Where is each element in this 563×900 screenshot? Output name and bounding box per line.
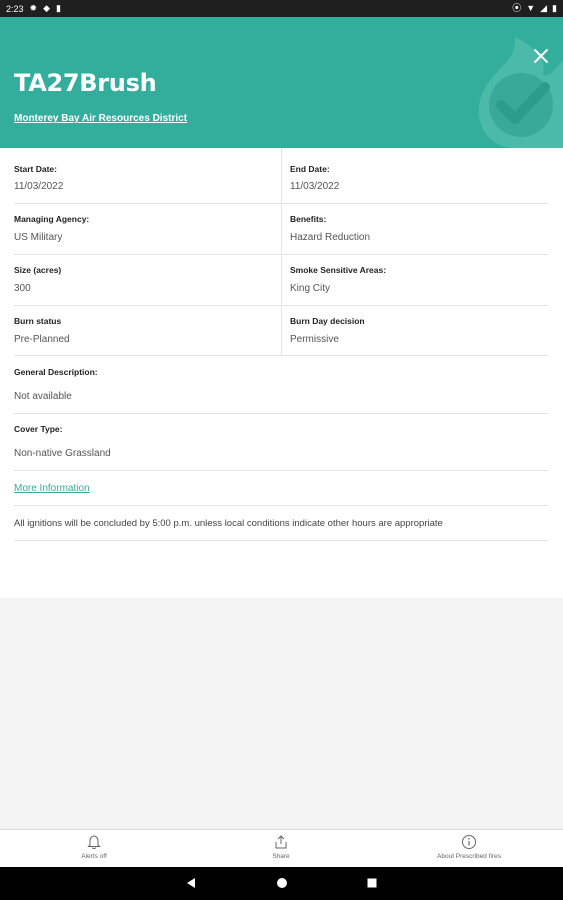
size-value: 300 — [14, 283, 31, 294]
recents-icon[interactable] — [366, 877, 378, 889]
flame-check-icon — [478, 37, 563, 148]
page-title: TA27Brush — [14, 69, 157, 97]
cover-type-label: Cover Type: — [14, 424, 63, 434]
bottom-nav: Alerts off Share About Prescribed fires — [0, 829, 563, 867]
details-panel: Start Date: 11/03/2022 End Date: 11/03/2… — [0, 148, 563, 598]
wifi-icon: ▼ — [526, 3, 536, 13]
fire-header: TA27Brush Monterey Bay Air Resources Dis… — [0, 17, 563, 148]
cover-type-value: Non-native Grassland — [14, 448, 111, 459]
burn-status-label: Burn status — [14, 316, 62, 326]
home-icon[interactable] — [276, 877, 288, 889]
system-nav-bar — [0, 867, 563, 900]
burn-day-decision-value: Permissive — [290, 334, 339, 345]
smoke-sensitive-label: Smoke Sensitive Areas: — [290, 265, 387, 275]
cover-type-row: Cover Type: Non-native Grassland — [14, 414, 549, 471]
managing-agency-label: Managing Agency: — [14, 214, 90, 224]
signal-icon: ◢ — [540, 3, 548, 13]
sim-card-icon: ▮ — [56, 3, 61, 13]
general-description-label: General Description: — [14, 367, 98, 377]
end-date-label: End Date: — [290, 164, 330, 174]
status-time: 2:23 — [6, 3, 24, 14]
settings-icon: ✹ — [29, 3, 38, 13]
close-icon[interactable] — [530, 45, 552, 67]
benefits-value: Hazard Reduction — [290, 232, 371, 243]
shield-icon: ◆ — [43, 3, 50, 13]
alerts-nav-label: Alerts off — [81, 853, 107, 860]
share-nav-label: Share — [272, 853, 290, 860]
share-nav-item[interactable]: Share — [221, 834, 341, 860]
general-description-value: Not available — [14, 391, 72, 402]
dates-row: Start Date: 11/03/2022 End Date: 11/03/2… — [14, 148, 549, 204]
back-icon[interactable] — [185, 877, 197, 889]
size-row: Size (acres) 300 Smoke Sensitive Areas: … — [14, 255, 549, 306]
start-date-label: Start Date: — [14, 164, 57, 174]
battery-icon: ▮ — [552, 3, 557, 13]
bell-icon — [87, 835, 101, 850]
burn-day-decision-cell: Burn Day decision Permissive — [290, 306, 549, 355]
benefits-label: Benefits: — [290, 214, 327, 224]
burn-status-cell: Burn status Pre-Planned — [14, 306, 282, 355]
ignition-note: All ignitions will be concluded by 5:00 … — [14, 518, 443, 529]
end-date-value: 11/03/2022 — [290, 181, 340, 192]
about-nav-item[interactable]: About Prescribed fires — [409, 834, 529, 860]
benefits-cell: Benefits: Hazard Reduction — [290, 204, 549, 254]
start-date-value: 11/03/2022 — [14, 181, 64, 192]
general-description-row: General Description: Not available — [14, 356, 549, 414]
district-link[interactable]: Monterey Bay Air Resources District — [14, 113, 187, 124]
more-information-row: More Information — [14, 471, 549, 506]
share-icon — [275, 835, 287, 849]
burn-day-decision-label: Burn Day decision — [290, 316, 365, 326]
agency-row: Managing Agency: US Military Benefits: H… — [14, 204, 549, 255]
about-nav-label: About Prescribed fires — [437, 853, 501, 860]
info-icon — [462, 835, 476, 849]
status-bar: 2:23 ✹ ◆ ▮ ⦿ ▼ ◢ ▮ — [0, 0, 563, 17]
managing-agency-value: US Military — [14, 232, 63, 243]
start-date-cell: Start Date: 11/03/2022 — [14, 148, 282, 203]
size-cell: Size (acres) 300 — [14, 255, 282, 305]
more-information-link[interactable]: More Information — [14, 483, 90, 494]
size-label: Size (acres) — [14, 265, 62, 275]
burn-row: Burn status Pre-Planned Burn Day decisio… — [14, 306, 549, 356]
burn-status-value: Pre-Planned — [14, 334, 70, 345]
end-date-cell: End Date: 11/03/2022 — [290, 148, 549, 203]
alerts-nav-item[interactable]: Alerts off — [34, 834, 154, 860]
managing-agency-cell: Managing Agency: US Military — [14, 204, 282, 254]
note-row: All ignitions will be concluded by 5:00 … — [14, 506, 549, 541]
location-icon: ⦿ — [512, 3, 522, 13]
smoke-sensitive-cell: Smoke Sensitive Areas: King City — [290, 255, 549, 305]
smoke-sensitive-value: King City — [290, 283, 331, 294]
